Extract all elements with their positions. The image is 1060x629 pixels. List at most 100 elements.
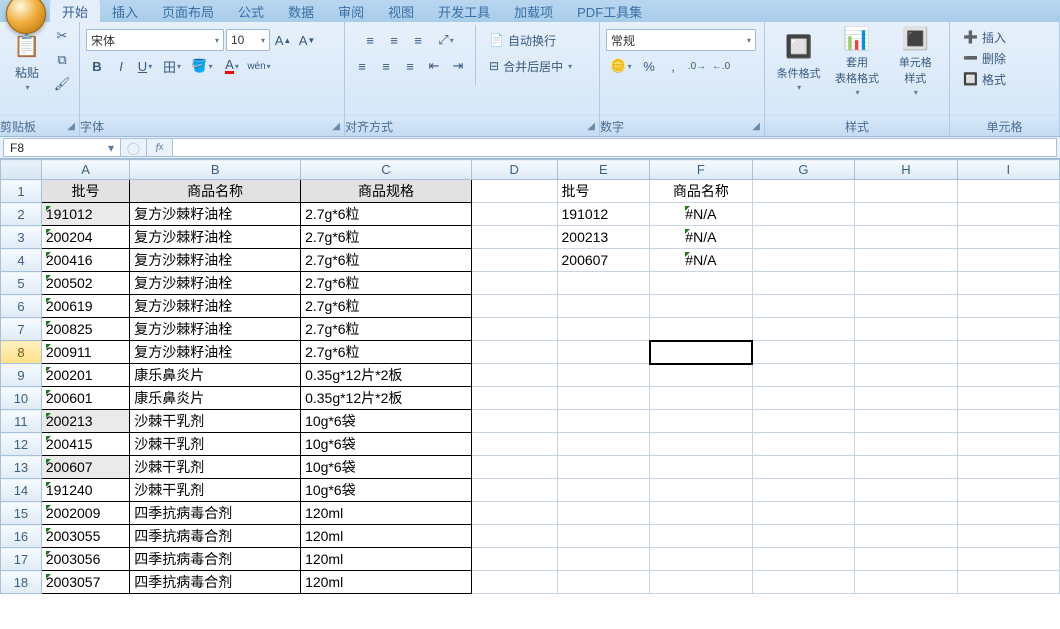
cell-I3[interactable] xyxy=(957,226,1059,249)
cell-B13[interactable]: 沙棘干乳剂 xyxy=(130,456,301,479)
cell-F8[interactable] xyxy=(650,341,753,364)
insert-cells-button[interactable]: ➕插入 xyxy=(956,27,1013,47)
cell-G4[interactable] xyxy=(752,249,855,272)
cell-D3[interactable] xyxy=(471,226,557,249)
row-header-4[interactable]: 4 xyxy=(1,249,42,272)
cell-I1[interactable] xyxy=(957,180,1059,203)
conditional-format-button[interactable]: 🔲条件格式▾ xyxy=(771,25,826,97)
cell-G18[interactable] xyxy=(752,571,855,594)
cell-I12[interactable] xyxy=(957,433,1059,456)
cell-A1[interactable]: 批号 xyxy=(41,180,129,203)
tab-6[interactable]: 视图 xyxy=(376,0,426,23)
cell-I11[interactable] xyxy=(957,410,1059,433)
cell-F11[interactable] xyxy=(650,410,753,433)
wrap-text-button[interactable]: 📄自动换行 xyxy=(482,29,579,51)
row-header-17[interactable]: 17 xyxy=(1,548,42,571)
row-header-9[interactable]: 9 xyxy=(1,364,42,387)
cell-G7[interactable] xyxy=(752,318,855,341)
align-bottom-button[interactable]: ≡ xyxy=(407,29,429,51)
cell-A10[interactable]: 200601 xyxy=(41,387,129,410)
cell-A15[interactable]: 2002009 xyxy=(41,502,129,525)
format-painter-button[interactable]: 🖌 xyxy=(51,73,73,95)
cell-C14[interactable]: 10g*6袋 xyxy=(301,479,472,502)
cell-I6[interactable] xyxy=(957,295,1059,318)
row-header-6[interactable]: 6 xyxy=(1,295,42,318)
row-header-18[interactable]: 18 xyxy=(1,571,42,594)
cell-H1[interactable] xyxy=(855,180,958,203)
cell-D17[interactable] xyxy=(471,548,557,571)
align-top-button[interactable]: ≡ xyxy=(359,29,381,51)
cell-E1[interactable]: 批号 xyxy=(557,180,650,203)
cell-C9[interactable]: 0.35g*12片*2板 xyxy=(301,364,472,387)
align-right-button[interactable]: ≡ xyxy=(399,55,421,77)
cell-D10[interactable] xyxy=(471,387,557,410)
row-header-7[interactable]: 7 xyxy=(1,318,42,341)
col-header-E[interactable]: E xyxy=(557,160,650,180)
cell-C17[interactable]: 120ml xyxy=(301,548,472,571)
row-header-16[interactable]: 16 xyxy=(1,525,42,548)
tab-8[interactable]: 加载项 xyxy=(502,0,565,23)
tab-1[interactable]: 插入 xyxy=(100,0,150,23)
cell-I4[interactable] xyxy=(957,249,1059,272)
decrease-indent-button[interactable]: ⇤ xyxy=(423,55,445,77)
cell-D7[interactable] xyxy=(471,318,557,341)
row-header-2[interactable]: 2 xyxy=(1,203,42,226)
cell-F4[interactable]: #N/A xyxy=(650,249,753,272)
copy-button[interactable]: ⧉ xyxy=(51,49,73,71)
cell-H18[interactable] xyxy=(855,571,958,594)
cell-C8[interactable]: 2.7g*6粒 xyxy=(301,341,472,364)
cell-G5[interactable] xyxy=(752,272,855,295)
cell-D2[interactable] xyxy=(471,203,557,226)
cell-I8[interactable] xyxy=(957,341,1059,364)
col-header-F[interactable]: F xyxy=(650,160,753,180)
cell-F6[interactable] xyxy=(650,295,753,318)
underline-button[interactable]: U▾ xyxy=(134,55,156,77)
cell-C15[interactable]: 120ml xyxy=(301,502,472,525)
cell-G17[interactable] xyxy=(752,548,855,571)
number-format-select[interactable]: 常规▾ xyxy=(606,29,756,51)
cell-E12[interactable] xyxy=(557,433,650,456)
cell-A14[interactable]: 191240 xyxy=(41,479,129,502)
increase-decimal-button[interactable]: .0→ xyxy=(686,55,708,77)
increase-font-button[interactable]: A▲ xyxy=(272,29,294,51)
cell-G9[interactable] xyxy=(752,364,855,387)
cell-E18[interactable] xyxy=(557,571,650,594)
cell-H12[interactable] xyxy=(855,433,958,456)
delete-cells-button[interactable]: ➖删除 xyxy=(956,48,1013,68)
cell-G6[interactable] xyxy=(752,295,855,318)
col-header-A[interactable]: A xyxy=(41,160,129,180)
cell-E15[interactable] xyxy=(557,502,650,525)
cell-G1[interactable] xyxy=(752,180,855,203)
cut-button[interactable]: ✂ xyxy=(51,25,73,47)
col-header-H[interactable]: H xyxy=(855,160,958,180)
cell-H2[interactable] xyxy=(855,203,958,226)
cell-E9[interactable] xyxy=(557,364,650,387)
cell-I14[interactable] xyxy=(957,479,1059,502)
cell-C5[interactable]: 2.7g*6粒 xyxy=(301,272,472,295)
cell-A16[interactable]: 2003055 xyxy=(41,525,129,548)
cell-F5[interactable] xyxy=(650,272,753,295)
cell-I9[interactable] xyxy=(957,364,1059,387)
cell-F14[interactable] xyxy=(650,479,753,502)
cell-I17[interactable] xyxy=(957,548,1059,571)
cell-B1[interactable]: 商品名称 xyxy=(130,180,301,203)
cell-G14[interactable] xyxy=(752,479,855,502)
dialog-launcher-icon[interactable]: ◢ xyxy=(587,121,599,132)
tab-0[interactable]: 开始 xyxy=(50,0,100,23)
cell-D15[interactable] xyxy=(471,502,557,525)
row-header-5[interactable]: 5 xyxy=(1,272,42,295)
cell-G11[interactable] xyxy=(752,410,855,433)
cell-B17[interactable]: 四季抗病毒合剂 xyxy=(130,548,301,571)
font-name-select[interactable]: 宋体▾ xyxy=(86,29,224,51)
cell-D16[interactable] xyxy=(471,525,557,548)
cell-B12[interactable]: 沙棘干乳剂 xyxy=(130,433,301,456)
cell-E8[interactable] xyxy=(557,341,650,364)
cell-A5[interactable]: 200502 xyxy=(41,272,129,295)
cell-H8[interactable] xyxy=(855,341,958,364)
cell-E14[interactable] xyxy=(557,479,650,502)
cell-I5[interactable] xyxy=(957,272,1059,295)
align-left-button[interactable]: ≡ xyxy=(351,55,373,77)
tab-9[interactable]: PDF工具集 xyxy=(565,0,654,23)
cell-E10[interactable] xyxy=(557,387,650,410)
cell-F10[interactable] xyxy=(650,387,753,410)
